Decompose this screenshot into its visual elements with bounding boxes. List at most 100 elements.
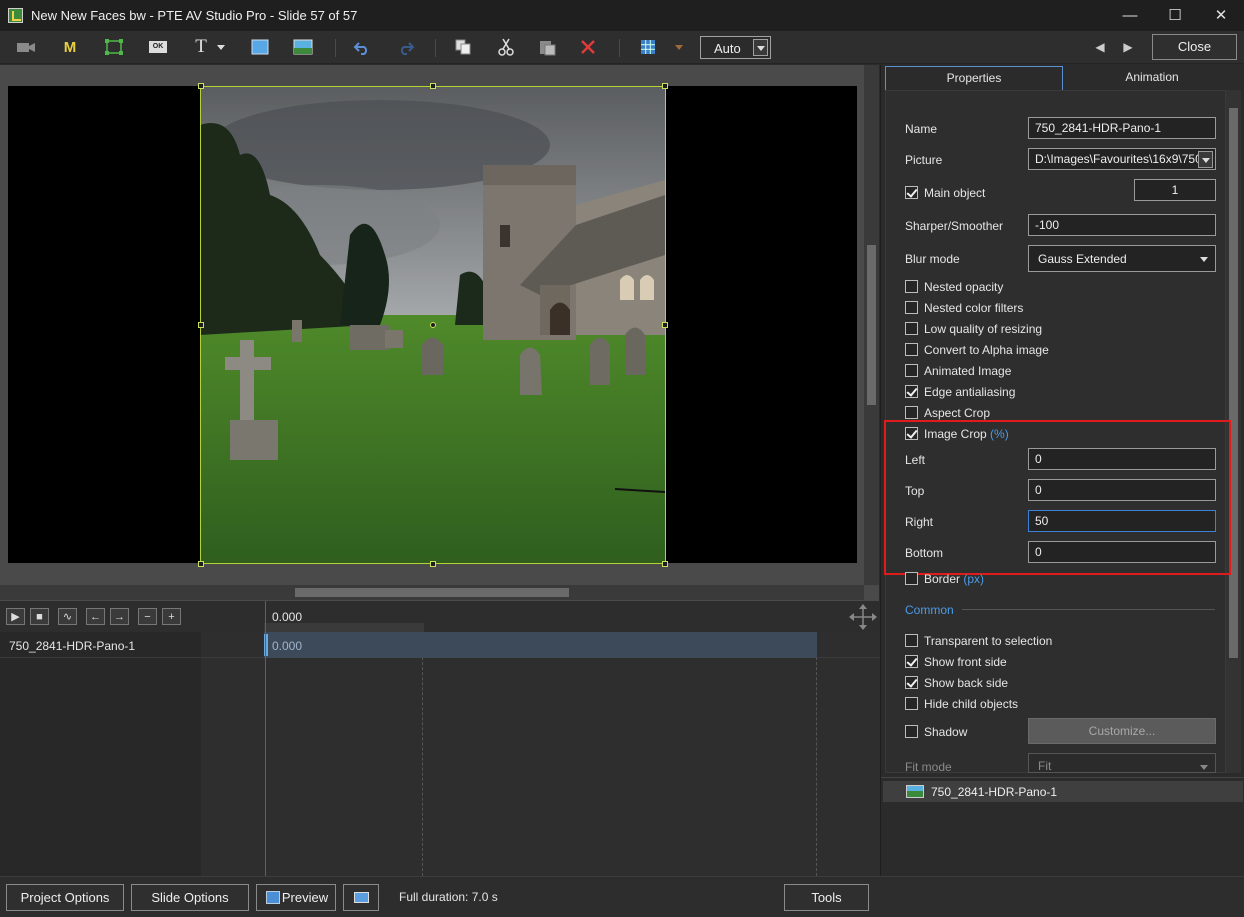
picture-dropdown-icon[interactable] — [1198, 151, 1213, 168]
button-object-icon[interactable]: OK — [145, 35, 171, 59]
timeline-object-bar[interactable] — [264, 632, 817, 658]
image-icon — [906, 785, 924, 798]
common-option-checkbox[interactable] — [905, 676, 918, 689]
zoom-in-icon[interactable]: + — [162, 608, 181, 625]
image-icon[interactable] — [290, 35, 316, 59]
grid-dropdown-icon[interactable] — [670, 35, 688, 59]
common-option-label: Show front side — [924, 655, 1007, 669]
preview-stage-area — [0, 65, 879, 601]
resize-handle[interactable] — [430, 83, 436, 89]
option-label: Nested color filters — [924, 301, 1024, 315]
window-title: New New Faces bw - PTE AV Studio Pro - S… — [31, 8, 358, 23]
grid-icon[interactable] — [635, 35, 661, 59]
text-dropdown-icon[interactable] — [214, 35, 228, 59]
minimize-button[interactable]: — — [1107, 0, 1153, 31]
option-checkbox[interactable] — [905, 322, 918, 335]
blur-mode-select[interactable]: Gauss Extended — [1028, 245, 1216, 272]
cut-icon[interactable] — [493, 35, 519, 59]
common-option-checkbox[interactable] — [905, 634, 918, 647]
stage-vertical-scrollbar[interactable] — [864, 65, 879, 585]
redo-icon[interactable] — [393, 35, 419, 59]
undo-icon[interactable] — [349, 35, 375, 59]
properties-panel: Properties Animation Name 750_2841-HDR-P… — [880, 65, 1244, 876]
frame-icon[interactable] — [101, 35, 127, 59]
project-options-button[interactable]: Project Options — [6, 884, 124, 911]
tab-animation[interactable]: Animation — [1063, 66, 1241, 90]
rectangle-icon[interactable] — [247, 35, 273, 59]
arrow-right-icon[interactable]: → — [110, 608, 129, 625]
resize-handle[interactable] — [198, 83, 204, 89]
resize-handle[interactable] — [662, 561, 668, 567]
sharper-input[interactable]: -100 — [1028, 214, 1216, 236]
arrow-left-icon[interactable]: ← — [86, 608, 105, 625]
app-icon — [8, 8, 23, 23]
center-handle[interactable] — [430, 322, 436, 328]
option-checkbox[interactable] — [905, 280, 918, 293]
timeline-track-area[interactable] — [201, 632, 880, 876]
move-icon[interactable] — [848, 603, 878, 631]
option-label: Low quality of resizing — [924, 322, 1043, 336]
fit-mode-select[interactable]: Fit — [1028, 753, 1216, 773]
option-checkbox[interactable] — [905, 364, 918, 377]
waveform-icon[interactable]: ∿ — [58, 608, 77, 625]
previous-slide-icon[interactable]: ◀ — [1090, 35, 1110, 59]
text-tool-button[interactable]: T — [188, 35, 214, 59]
camera-icon[interactable] — [13, 35, 39, 59]
main-object-input[interactable]: 1 — [1134, 179, 1216, 201]
zoom-out-icon[interactable]: − — [138, 608, 157, 625]
common-divider — [962, 609, 1215, 610]
name-label: Name — [905, 122, 938, 136]
resize-handle[interactable] — [198, 322, 204, 328]
screen-toggle-button[interactable] — [343, 884, 379, 911]
resize-handle[interactable] — [430, 561, 436, 567]
preview-button[interactable]: Preview — [256, 884, 336, 911]
tools-button[interactable]: Tools — [784, 884, 869, 911]
customize-button[interactable]: Customize... — [1028, 718, 1216, 744]
stage-horizontal-scrollbar[interactable] — [0, 585, 864, 600]
object-name: 750_2841-HDR-Pano-1 — [931, 785, 1058, 799]
resize-handle[interactable] — [662, 83, 668, 89]
name-input[interactable]: 750_2841-HDR-Pano-1 — [1028, 117, 1216, 139]
next-slide-icon[interactable]: ▶ — [1118, 35, 1138, 59]
timeline-ruler — [264, 623, 424, 632]
picture-value: D:\Images\Favourites\16x9\750 — [1035, 152, 1202, 166]
common-option-checkbox[interactable] — [905, 655, 918, 668]
maximize-button[interactable]: ☐ — [1152, 0, 1198, 31]
option-label: Nested opacity — [924, 280, 1004, 294]
shadow-checkbox[interactable] — [905, 725, 918, 738]
object-list: 750_2841-HDR-Pano-1 — [881, 777, 1244, 876]
play-icon[interactable]: ▶ — [6, 608, 25, 625]
resize-handle[interactable] — [198, 561, 204, 567]
object-list-item[interactable]: 750_2841-HDR-Pano-1 — [883, 781, 1243, 802]
delete-icon[interactable] — [575, 35, 601, 59]
mask-container-button[interactable]: M — [57, 35, 83, 59]
picture-select[interactable]: D:\Images\Favourites\16x9\750 — [1028, 148, 1216, 170]
timeline-time: 0.000 — [272, 610, 303, 624]
picture-label: Picture — [905, 153, 943, 167]
copy-icon[interactable] — [450, 35, 476, 59]
slide-options-button[interactable]: Slide Options — [131, 884, 249, 911]
stop-icon[interactable]: ■ — [30, 608, 49, 625]
option-label: Edge antialiasing — [924, 385, 1016, 399]
resize-handle[interactable] — [662, 322, 668, 328]
option-checkbox[interactable] — [905, 385, 918, 398]
common-option-label: Show back side — [924, 676, 1009, 690]
close-button[interactable]: Close — [1152, 34, 1237, 60]
playhead[interactable] — [265, 601, 266, 876]
border-label: Border (px) — [924, 572, 985, 586]
border-checkbox[interactable] — [905, 572, 918, 585]
paste-icon[interactable] — [534, 35, 560, 59]
zoom-select[interactable]: Auto — [700, 36, 771, 59]
blur-mode-value: Gauss Extended — [1038, 252, 1127, 266]
option-checkbox[interactable] — [905, 406, 918, 419]
fit-mode-label: Fit mode — [905, 760, 952, 773]
option-checkbox[interactable] — [905, 343, 918, 356]
chevron-down-icon[interactable] — [753, 39, 768, 56]
option-label: Animated Image — [924, 364, 1012, 378]
preview-icon — [266, 891, 280, 904]
window-close-button[interactable]: ✕ — [1198, 0, 1244, 31]
main-object-checkbox[interactable] — [905, 186, 918, 199]
tab-properties[interactable]: Properties — [885, 66, 1063, 90]
option-checkbox[interactable] — [905, 301, 918, 314]
common-option-checkbox[interactable] — [905, 697, 918, 710]
